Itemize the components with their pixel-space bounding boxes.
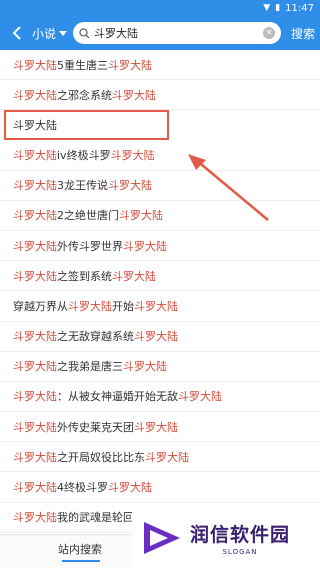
caret-down-icon xyxy=(59,30,68,36)
highlighted-keyword: 斗罗大陆 xyxy=(134,299,178,313)
search-header: 小说 × 搜索 xyxy=(0,16,320,50)
result-text: 外传史莱克天团 xyxy=(57,420,134,434)
highlighted-keyword: 斗罗大陆 xyxy=(13,450,57,464)
result-item[interactable]: 斗罗大陆 外传史莱克天团 斗罗大陆 xyxy=(0,412,320,443)
watermark-logo-icon xyxy=(144,521,180,554)
annotation-arrow xyxy=(188,154,269,221)
highlighted-keyword: 斗罗大陆 xyxy=(119,209,163,223)
result-item[interactable]: 斗罗大陆 外传斗罗世界 斗罗大陆 xyxy=(0,231,320,262)
highlighted-keyword: 斗罗大陆 xyxy=(108,179,152,193)
highlighted-keyword: 斗罗大陆 xyxy=(110,148,155,162)
result-item[interactable]: 斗罗大陆 xyxy=(4,110,169,141)
tab-site-search[interactable]: 站内搜索 xyxy=(58,541,102,557)
search-icon xyxy=(79,27,90,39)
result-item[interactable]: 斗罗大陆 之签到系统 斗罗大陆 xyxy=(0,261,320,292)
status-bar: ▼ ▮ 11:47 xyxy=(0,0,320,16)
highlighted-keyword: 斗罗大陆 xyxy=(68,299,112,313)
highlighted-keyword: 斗罗大陆 xyxy=(13,481,57,495)
result-item[interactable]: 斗罗大陆 之我弟是唐三 斗罗大陆 xyxy=(0,352,320,382)
highlighted-keyword: 斗罗大陆 xyxy=(13,179,57,193)
result-text: 穿越万界从 xyxy=(13,299,68,313)
watermark-title: 润信软件园 xyxy=(190,523,291,546)
highlighted-keyword: 斗罗大陆 xyxy=(13,330,57,344)
status-time: 11:47 xyxy=(285,2,314,14)
results-list: 斗罗大陆 5重生唐三 斗罗大陆 斗罗大陆 之邪念系统 斗罗大陆 斗罗大陆 斗罗大陆 iv终极斗罗… xyxy=(0,50,320,534)
result-text: 2之绝世唐门 xyxy=(57,209,119,223)
result-item[interactable]: 斗罗大陆 5重生唐三 斗罗大陆 xyxy=(0,50,320,81)
highlighted-keyword: 斗罗大陆 xyxy=(134,330,178,344)
watermark-slogan: SLOGAN xyxy=(222,547,258,556)
highlighted-keyword: 斗罗大陆 xyxy=(112,269,156,283)
highlighted-keyword: 斗罗大陆 xyxy=(13,148,57,162)
highlighted-keyword: 斗罗大陆 xyxy=(13,58,57,72)
highlighted-keyword: 斗罗大陆 xyxy=(123,360,167,374)
result-text: 开始 xyxy=(112,299,134,313)
highlighted-keyword: 斗罗大陆 xyxy=(178,390,222,404)
category-dropdown[interactable]: 小说 xyxy=(32,25,68,42)
result-text: 之签到系统 xyxy=(57,269,112,283)
back-arrow-icon[interactable] xyxy=(6,16,28,50)
battery-icon: ▮ xyxy=(275,3,281,13)
result-text: 之开局奴役比比东 xyxy=(57,450,145,464)
highlighted-keyword: 斗罗大陆 xyxy=(108,481,152,495)
highlighted-keyword: 斗罗大陆 xyxy=(13,390,57,404)
result-item[interactable]: 斗罗大陆 ：从被女神逼婚开始无敌 斗罗大陆 xyxy=(0,382,320,413)
search-button[interactable]: 搜索 xyxy=(291,25,315,42)
clear-icon[interactable]: × xyxy=(263,27,276,39)
wifi-icon: ▼ xyxy=(263,3,271,13)
highlighted-keyword: 斗罗大陆 xyxy=(13,88,57,102)
result-text: iv终极斗罗 xyxy=(57,148,111,162)
result-item[interactable]: 斗罗大陆 之开局奴役比比东 斗罗大陆 xyxy=(0,442,320,473)
tab-active-indicator xyxy=(62,560,100,562)
highlighted-keyword: 斗罗大陆 xyxy=(108,58,152,72)
watermark: 润信软件园 SLOGAN xyxy=(132,507,320,568)
result-text: 3龙王传说 xyxy=(57,179,108,193)
result-text: 之我弟是唐三 xyxy=(57,360,123,374)
result-item[interactable]: 斗罗大陆 iv终极斗罗 斗罗大陆 xyxy=(0,140,320,171)
result-text: 外传斗罗世界 xyxy=(57,239,123,253)
result-text: ：从被女神逼婚开始无敌 xyxy=(57,390,178,404)
result-text: 斗罗大陆 xyxy=(13,119,57,133)
highlighted-keyword: 斗罗大陆 xyxy=(13,269,57,283)
highlighted-keyword: 斗罗大陆 xyxy=(134,420,178,434)
highlighted-keyword: 斗罗大陆 xyxy=(13,239,57,253)
highlighted-keyword: 斗罗大陆 xyxy=(13,360,57,374)
highlighted-keyword: 斗罗大陆 xyxy=(13,420,57,434)
search-box[interactable]: × xyxy=(73,22,282,44)
search-input[interactable] xyxy=(94,26,264,40)
result-text: 之邪念系统 xyxy=(57,88,112,102)
highlighted-keyword: 斗罗大陆 xyxy=(13,511,57,525)
highlighted-keyword: 斗罗大陆 xyxy=(123,239,167,253)
highlighted-keyword: 斗罗大陆 xyxy=(112,88,156,102)
result-text: 4终极斗罗 xyxy=(57,481,108,495)
result-item[interactable]: 斗罗大陆 之邪念系统 斗罗大陆 xyxy=(0,80,320,111)
result-item[interactable]: 斗罗大陆 4终极斗罗 斗罗大陆 xyxy=(0,472,320,503)
result-item[interactable]: 斗罗大陆 3龙王传说 斗罗大陆 xyxy=(0,171,320,201)
result-text: 之无敌穿越系统 xyxy=(57,330,134,344)
result-item[interactable]: 斗罗大陆 2之绝世唐门 斗罗大陆 xyxy=(0,201,320,231)
highlighted-keyword: 斗罗大陆 xyxy=(13,209,57,223)
highlighted-keyword: 斗罗大陆 xyxy=(145,450,189,464)
result-item[interactable]: 穿越万界从 斗罗大陆 开始 斗罗大陆 xyxy=(0,291,320,322)
result-item[interactable]: 斗罗大陆 之无敌穿越系统 斗罗大陆 xyxy=(0,322,320,352)
result-text: 5重生唐三 xyxy=(57,58,108,72)
category-label: 小说 xyxy=(32,26,57,41)
